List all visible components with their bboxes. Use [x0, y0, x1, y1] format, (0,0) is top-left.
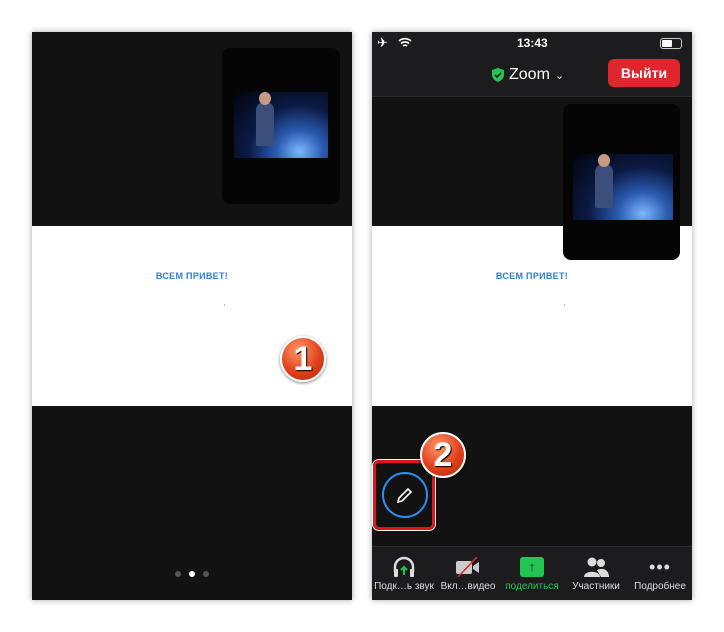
page-indicator[interactable] — [32, 564, 352, 582]
step-badge-2: 2 — [420, 432, 466, 478]
video-frame — [234, 92, 328, 158]
meeting-header: Zoom ⌄ Выйти — [372, 56, 692, 97]
video-button[interactable]: Вкл…видео — [436, 547, 500, 600]
self-video-thumbnail[interactable] — [222, 48, 340, 204]
battery-icon — [660, 38, 682, 49]
phone-screen-left: ВСЕМ ПРИВЕТ! 1 — [32, 32, 352, 600]
status-bar: ✈ 13:43 — [372, 32, 692, 56]
video-off-icon — [456, 557, 479, 577]
wifi-icon — [398, 37, 412, 47]
meeting-info-dropdown[interactable]: Zoom ⌄ — [492, 66, 564, 84]
participants-icon — [584, 557, 609, 577]
leave-button[interactable]: Выйти — [608, 59, 680, 87]
slide-text: ВСЕМ ПРИВЕТ! — [155, 271, 229, 281]
step-badge-1: 1 — [280, 336, 326, 382]
more-button[interactable]: ••• Подробнее — [628, 547, 692, 600]
airplane-icon: ✈ — [377, 35, 388, 50]
pencil-icon — [396, 487, 413, 504]
meeting-title: Zoom — [509, 66, 550, 83]
share-button[interactable]: ↑ поделиться — [500, 547, 564, 600]
meeting-toolbar: Подк…ь звук Вкл…видео ↑ поделиться Участн… — [372, 546, 692, 600]
clock: 13:43 — [517, 36, 548, 50]
share-icon: ↑ — [520, 557, 544, 577]
audio-button[interactable]: Подк…ь звук — [372, 547, 436, 600]
self-video-thumbnail[interactable] — [563, 104, 680, 260]
participants-button[interactable]: Участники — [564, 547, 628, 600]
headphones-icon — [393, 556, 415, 577]
annotate-button[interactable] — [382, 472, 428, 518]
more-icon: ••• — [649, 556, 671, 577]
slide-text: ВСЕМ ПРИВЕТ! — [495, 271, 569, 281]
shield-check-icon — [492, 68, 504, 82]
chevron-down-icon: ⌄ — [554, 69, 565, 82]
phone-screen-right: ✈ 13:43 Zoom ⌄ Выйти ВСЕМ ПРИВЕТ! 2 Подк… — [372, 32, 692, 600]
video-frame — [573, 154, 673, 220]
